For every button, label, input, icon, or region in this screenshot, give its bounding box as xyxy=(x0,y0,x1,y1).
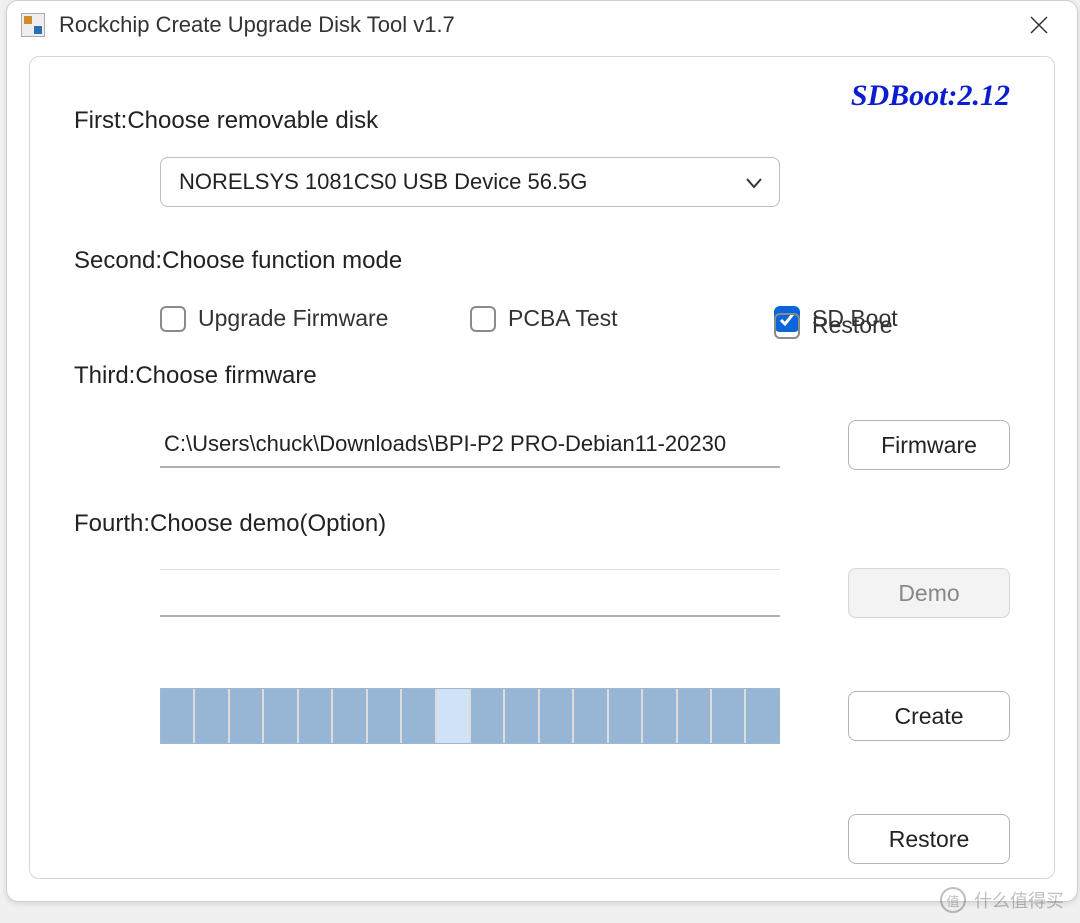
progress-segment xyxy=(746,689,778,743)
checkbox-label: Restore xyxy=(812,312,893,339)
progress-segment xyxy=(402,689,436,743)
firmware-button[interactable]: Firmware xyxy=(848,420,1010,470)
firmware-path-input[interactable] xyxy=(160,422,780,468)
close-button[interactable] xyxy=(1019,5,1059,45)
checkbox-restore[interactable]: Restore xyxy=(774,312,893,339)
watermark-text: 什么值得买 xyxy=(974,887,1064,913)
watermark-icon: 值 xyxy=(940,887,966,913)
create-button[interactable]: Create xyxy=(848,691,1010,741)
app-window: Rockchip Create Upgrade Disk Tool v1.7 S… xyxy=(6,0,1078,902)
checkbox-box-icon xyxy=(774,313,800,339)
chevron-down-icon xyxy=(745,169,763,195)
window-title: Rockchip Create Upgrade Disk Tool v1.7 xyxy=(59,12,1019,38)
progress-segment xyxy=(643,689,677,743)
checkbox-pcba-test[interactable]: PCBA Test xyxy=(470,305,760,332)
progress-segment xyxy=(264,689,298,743)
checkbox-label: PCBA Test xyxy=(508,305,618,332)
section-choose-demo: Fourth:Choose demo(Option) Demo xyxy=(74,510,1010,618)
progress-row: Create xyxy=(74,688,1010,744)
progress-segment xyxy=(299,689,333,743)
app-icon xyxy=(21,13,45,37)
progress-segment xyxy=(195,689,229,743)
removable-disk-combo[interactable]: NORELSYS 1081CS0 USB Device 56.5G xyxy=(160,157,780,207)
restore-button[interactable]: Restore xyxy=(848,814,1010,864)
progress-segment xyxy=(471,689,505,743)
progress-segment xyxy=(333,689,367,743)
progress-segment xyxy=(437,689,471,743)
progress-segment xyxy=(368,689,402,743)
section-choose-disk: First:Choose removable disk NORELSYS 108… xyxy=(74,107,1010,207)
progress-segment xyxy=(678,689,712,743)
checkbox-box-icon xyxy=(470,306,496,332)
watermark: 值 什么值得买 xyxy=(940,887,1064,913)
demo-button[interactable]: Demo xyxy=(848,568,1010,618)
combo-selected-value: NORELSYS 1081CS0 USB Device 56.5G xyxy=(179,169,745,195)
restore-row: Restore xyxy=(74,814,1010,864)
label-third: Third:Choose firmware xyxy=(74,362,1010,390)
label-second: Second:Choose function mode xyxy=(74,247,1010,275)
progress-segment xyxy=(230,689,264,743)
label-fourth: Fourth:Choose demo(Option) xyxy=(74,510,1010,538)
progress-segment xyxy=(574,689,608,743)
progress-segment xyxy=(540,689,574,743)
progress-segment xyxy=(505,689,539,743)
titlebar: Rockchip Create Upgrade Disk Tool v1.7 xyxy=(7,1,1077,49)
progress-bar xyxy=(160,688,780,744)
checkbox-box-icon xyxy=(160,306,186,332)
checkbox-label: Upgrade Firmware xyxy=(198,305,388,332)
progress-segment xyxy=(712,689,746,743)
progress-segment xyxy=(161,689,195,743)
section-choose-firmware: Third:Choose firmware Firmware xyxy=(74,362,1010,470)
client-area: SDBoot:2.12 First:Choose removable disk … xyxy=(29,56,1055,879)
progress-segment xyxy=(609,689,643,743)
demo-path-input[interactable] xyxy=(160,569,780,617)
checkbox-upgrade-firmware[interactable]: Upgrade Firmware xyxy=(160,305,470,332)
sdboot-status: SDBoot:2.12 xyxy=(851,79,1010,113)
close-icon xyxy=(1030,16,1048,34)
